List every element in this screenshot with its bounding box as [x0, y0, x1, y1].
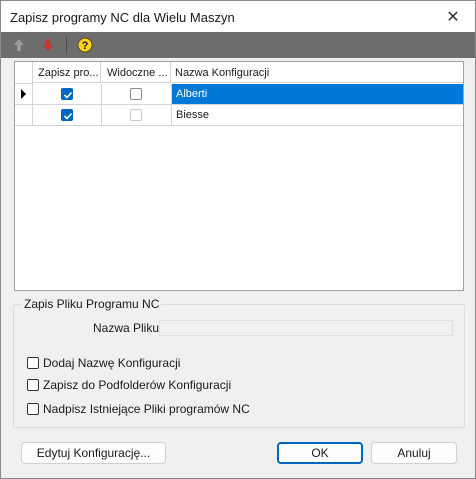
option-label: Zapisz do Podfolderów Konfiguracji: [43, 378, 232, 392]
help-button[interactable]: ?: [75, 35, 95, 55]
column-header-nazwa[interactable]: Nazwa Konfiguracji: [172, 62, 463, 83]
table-row[interactable]: Biesse: [15, 105, 463, 126]
zapisz-checkbox[interactable]: [61, 109, 73, 121]
arrow-up-icon: [14, 39, 24, 51]
column-header-widoczne[interactable]: Widoczne ...: [102, 62, 171, 83]
widoczne-cell[interactable]: [102, 84, 172, 105]
move-down-button[interactable]: [38, 35, 58, 55]
add-config-name-checkbox[interactable]: [27, 357, 39, 369]
widoczne-cell[interactable]: [102, 105, 172, 126]
dialog-window: Zapisz programy NC dla Wielu Maszyn ✕ ? …: [0, 0, 476, 479]
widoczne-checkbox[interactable]: [130, 88, 142, 100]
ok-button[interactable]: OK: [277, 442, 363, 464]
option-label: Dodaj Nazwę Konfiguracji: [43, 356, 181, 370]
current-row-indicator-icon: [21, 89, 26, 99]
overwrite-files-checkbox[interactable]: [27, 403, 39, 415]
title-bar: Zapisz programy NC dla Wielu Maszyn ✕: [1, 1, 475, 32]
help-icon: ?: [77, 37, 93, 53]
zapisz-checkbox[interactable]: [61, 88, 73, 100]
groupbox-title: Zapis Pliku Programu NC: [22, 297, 162, 311]
window-title: Zapisz programy NC dla Wielu Maszyn: [10, 10, 235, 25]
close-icon[interactable]: ✕: [431, 1, 475, 32]
widoczne-checkbox[interactable]: [130, 109, 142, 121]
configurations-grid[interactable]: Zapisz pro... Widoczne ... Nazwa Konfigu…: [14, 61, 464, 291]
zapisz-cell[interactable]: [33, 84, 102, 105]
save-to-subfolders-checkbox[interactable]: [27, 379, 39, 391]
config-name: Biesse: [176, 109, 210, 121]
file-name-field[interactable]: [159, 320, 453, 336]
arrow-down-icon: [43, 39, 53, 51]
row-header[interactable]: [15, 105, 33, 126]
column-header-zapisz[interactable]: Zapisz pro...: [33, 62, 101, 83]
name-cell[interactable]: Biesse: [172, 105, 463, 126]
name-cell[interactable]: Alberti: [172, 84, 463, 105]
file-name-label: Nazwa Pliku: [93, 321, 160, 335]
table-row[interactable]: Alberti: [15, 84, 463, 105]
option-label: Nadpisz Istniejące Pliki programów NC: [43, 402, 250, 416]
config-name: Alberti: [176, 88, 208, 100]
row-header[interactable]: [15, 84, 33, 105]
toolbar-separator: [66, 36, 67, 54]
toolbar: ?: [1, 32, 475, 58]
svg-text:?: ?: [82, 40, 89, 52]
zapisz-cell[interactable]: [33, 105, 102, 126]
move-up-button[interactable]: [9, 35, 29, 55]
row-header-corner: [15, 62, 33, 84]
cancel-button[interactable]: Anuluj: [371, 442, 457, 464]
edit-configuration-button[interactable]: Edytuj Konfigurację...: [21, 442, 166, 464]
